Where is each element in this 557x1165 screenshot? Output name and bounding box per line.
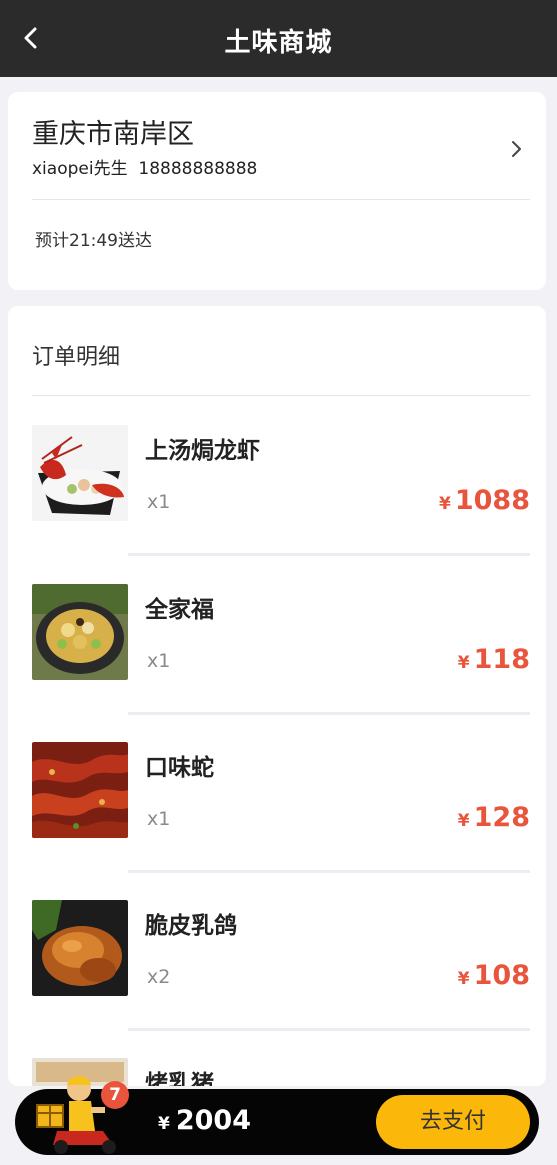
item-separator — [128, 870, 530, 873]
item-quantity: x1 — [147, 808, 171, 830]
item-price: ¥108 — [458, 960, 530, 991]
lobster-dish-image — [32, 425, 128, 521]
item-name: 烤乳猪 — [145, 1071, 214, 1086]
item-quantity: x2 — [147, 966, 171, 988]
price-value: 1088 — [454, 485, 530, 516]
item-name: 脆皮乳鸽 — [145, 913, 237, 939]
roast-pigeon-image — [32, 900, 128, 996]
price-value: 128 — [473, 802, 530, 833]
item-quantity: x1 — [147, 650, 171, 672]
currency-symbol: ¥ — [457, 811, 470, 831]
item-price: ¥128 — [458, 802, 530, 833]
item-name: 口味蛇 — [145, 755, 214, 781]
item-quantity: x1 — [147, 491, 171, 513]
chevron-right-icon — [512, 141, 521, 157]
item-price: ¥118 — [458, 644, 530, 675]
total-value: 2004 — [175, 1105, 251, 1136]
item-name: 上汤焗龙虾 — [145, 438, 260, 464]
currency-symbol: ¥ — [457, 653, 470, 673]
order-item[interactable]: 全家福 x1 ¥118 — [8, 584, 546, 742]
currency-symbol: ¥ — [158, 1114, 170, 1134]
pay-button[interactable]: 去支付 — [376, 1095, 530, 1149]
page-title: 土味商城 — [224, 28, 333, 58]
address-contact: xiaopei先生 18888888888 — [32, 159, 258, 179]
delivery-eta: 预计21:49送达 — [35, 231, 152, 251]
checkout-bar: 7 ¥2004 去支付 — [15, 1076, 539, 1155]
currency-symbol: ¥ — [457, 969, 470, 989]
family-hotpot-image — [32, 584, 128, 680]
item-name: 全家福 — [145, 597, 214, 623]
order-item[interactable]: 脆皮乳鸽 x2 ¥108 — [8, 900, 546, 1058]
item-separator — [128, 1028, 530, 1031]
item-separator — [128, 553, 530, 556]
address-arrow-button[interactable] — [510, 138, 524, 160]
divider — [32, 199, 530, 200]
cart-count-badge: 7 — [101, 1081, 129, 1109]
currency-symbol: ¥ — [439, 494, 451, 514]
item-separator — [128, 712, 530, 715]
order-total: ¥2004 — [158, 1105, 251, 1136]
order-heading: 订单明细 — [32, 345, 121, 370]
price-value: 108 — [473, 960, 530, 991]
header-bar: 土味商城 — [0, 0, 557, 77]
divider — [32, 395, 530, 396]
order-item[interactable]: 上汤焗龙虾 x1 ¥1088 — [8, 425, 546, 583]
price-value: 118 — [473, 644, 530, 675]
address-card[interactable]: 重庆市南岸区 xiaopei先生 18888888888 预计21:49送达 — [8, 92, 546, 290]
spicy-snake-image — [32, 742, 128, 838]
order-item[interactable]: 口味蛇 x1 ¥128 — [8, 742, 546, 900]
item-price: ¥1088 — [439, 485, 530, 516]
address-area: 重庆市南岸区 — [32, 119, 194, 150]
order-card: 订单明细 上汤焗龙虾 x1 ¥1088 全家福 x1 ¥ 118 口味蛇 x1 … — [8, 306, 546, 1086]
